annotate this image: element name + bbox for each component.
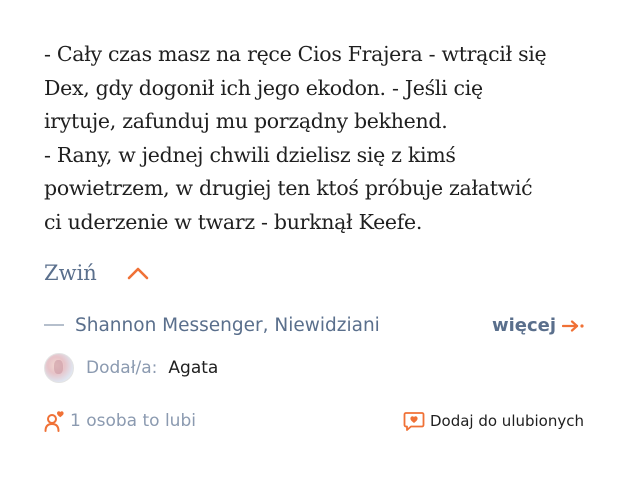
divider-dash xyxy=(44,324,64,326)
user-heart-icon xyxy=(44,409,66,433)
added-by-label: Dodał/a: xyxy=(86,358,158,378)
quote-line: - Rany, w jednej chwili dzielisz się z k… xyxy=(44,142,456,167)
quote-line: ci uderzenie w twarz - burknął Keefe. xyxy=(44,209,423,234)
arrow-right-icon xyxy=(561,319,584,332)
quote-line: irytuje, zafunduj mu porządny bekhend. xyxy=(44,109,448,133)
quote-text: - Cały czas masz na ręce Cios Frajera - … xyxy=(44,38,604,239)
added-by-user[interactable]: Agata xyxy=(168,358,218,378)
quote-line: powietrzem, w drugiej ten ktoś próbuje z… xyxy=(44,176,533,200)
likes-link[interactable]: 1 osoba to lubi xyxy=(44,405,196,437)
added-by-row: Dodał/a: Agata xyxy=(44,352,218,384)
chevron-up-icon xyxy=(127,266,149,280)
footer-row: 1 osoba to lubi Dodaj do ulubionych xyxy=(44,405,584,437)
collapse-button[interactable]: Zwiń xyxy=(44,256,149,290)
quote-line: Dex, gdy dogonił ich jego ekodon. - Jeśl… xyxy=(44,75,483,100)
likes-count: 1 osoba to lubi xyxy=(70,411,196,431)
heart-chat-icon xyxy=(403,410,425,432)
source-link[interactable]: Shannon Messenger, Niewidziani xyxy=(75,315,380,336)
more-label: więcej xyxy=(491,314,556,336)
add-to-favorites-button[interactable]: Dodaj do ulubionych xyxy=(403,405,584,437)
add-to-favorites-label: Dodaj do ulubionych xyxy=(429,412,584,430)
source-row: Shannon Messenger, Niewidziani więcej xyxy=(44,310,590,340)
avatar[interactable] xyxy=(44,353,74,383)
collapse-label: Zwiń xyxy=(44,261,97,285)
more-link[interactable]: więcej xyxy=(492,310,584,340)
quote-line: - Cały czas masz na ręce Cios Frajera - … xyxy=(44,42,547,66)
